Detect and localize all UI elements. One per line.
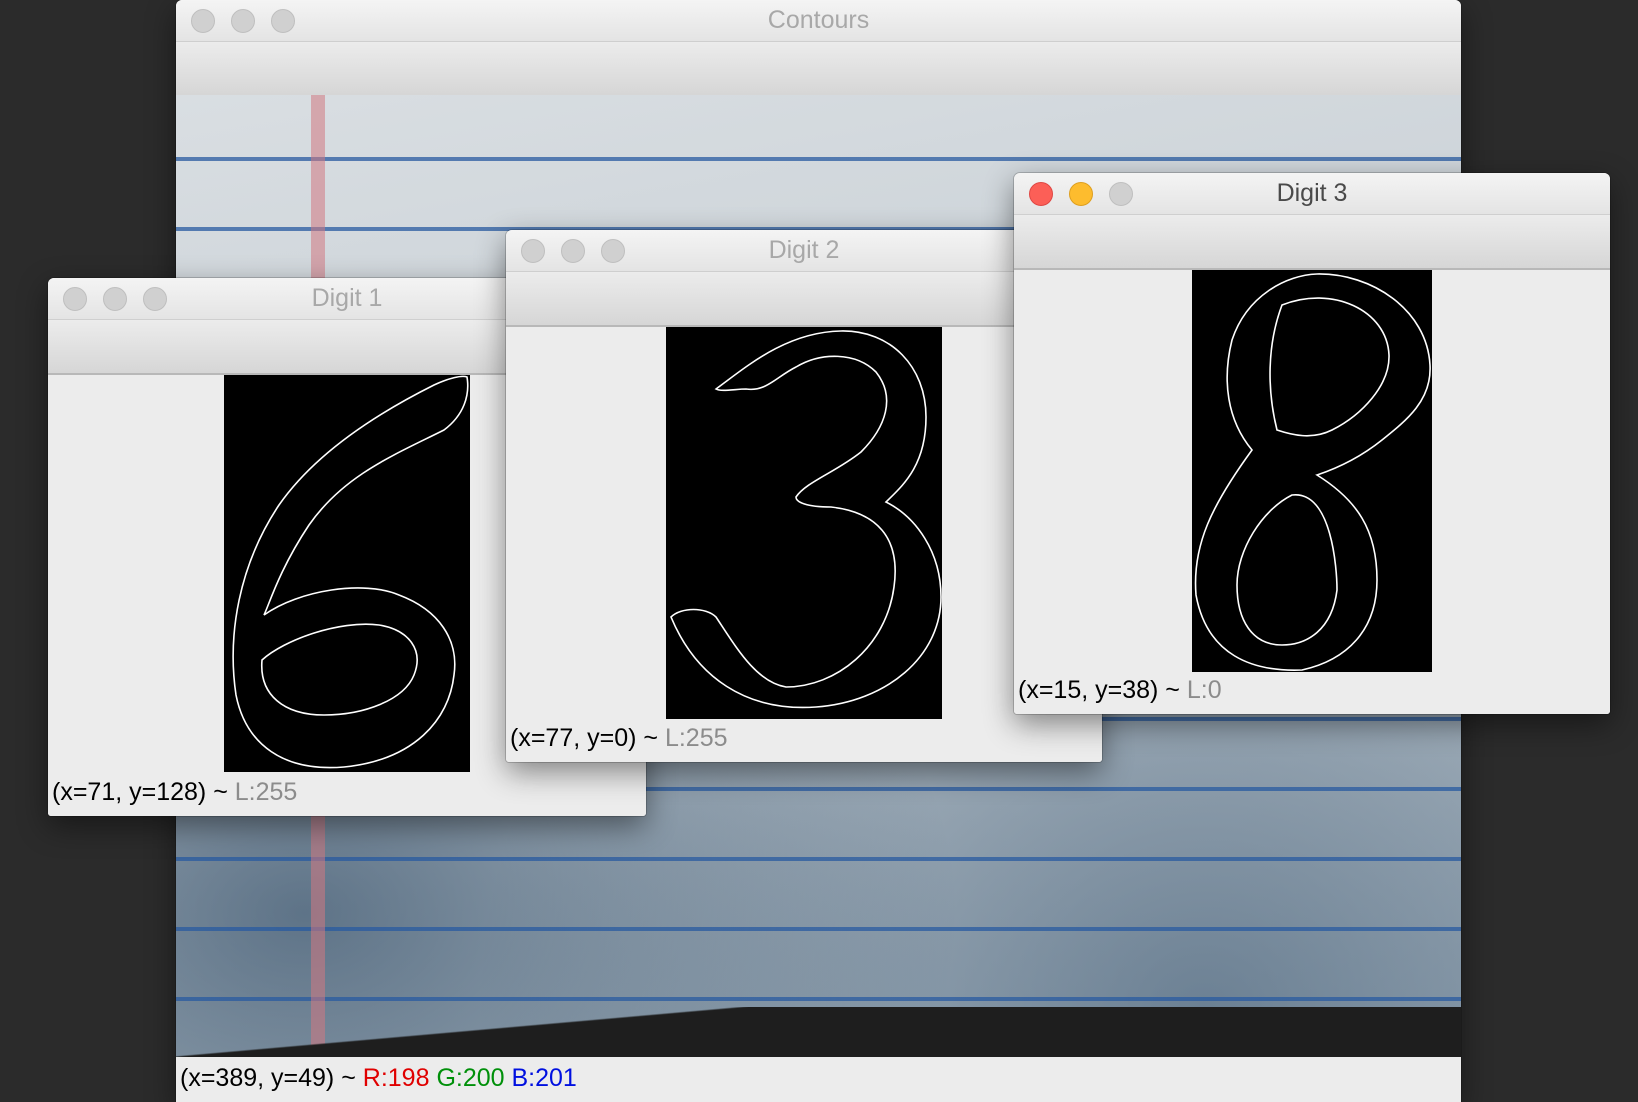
coords-text: (x=71, y=128) ~ <box>52 778 235 806</box>
contours-titlebar[interactable]: Contours <box>176 0 1461 42</box>
toolbar <box>176 42 1461 97</box>
digit3-image[interactable] <box>1192 270 1432 672</box>
pixel-readout: (x=15, y=38) ~ L:0 <box>1018 676 1222 705</box>
toolbar <box>1014 215 1610 270</box>
digit3-titlebar[interactable]: Digit 3 <box>1014 173 1610 215</box>
digit3-window[interactable]: Digit 3 (x=15, y=38) ~ L:0 <box>1014 173 1610 714</box>
toolbar <box>506 272 1102 327</box>
digit3-content: (x=15, y=38) ~ L:0 <box>1014 270 1610 714</box>
window-title: Digit 2 <box>768 236 840 264</box>
digit-six-contour <box>232 375 469 769</box>
window-title: Digit 3 <box>1276 179 1348 207</box>
image-dark-edge <box>176 1007 1461 1057</box>
digit-eight-contour <box>1194 273 1431 671</box>
digit1-image[interactable] <box>224 375 470 772</box>
coords-text: (x=77, y=0) ~ <box>510 724 665 752</box>
status-bar: (x=389, y=49) ~ R:198 G:200 B:201 <box>176 1057 1461 1102</box>
digit-three-contour <box>670 330 942 709</box>
digit2-titlebar[interactable]: Digit 2 <box>506 230 1102 272</box>
digit2-image[interactable] <box>666 327 942 719</box>
luminance-value: L:255 <box>234 778 298 806</box>
red-value: R:198 <box>362 1064 430 1092</box>
digit2-content: (x=77, y=0) ~ L:255 <box>506 327 1102 762</box>
coords-text: (x=389, y=49) ~ <box>180 1064 363 1092</box>
blue-value: B:201 <box>511 1064 577 1092</box>
luminance-value: L:0 <box>1186 676 1222 704</box>
pixel-readout: (x=77, y=0) ~ L:255 <box>510 724 728 753</box>
pixel-readout: (x=389, y=49) ~ R:198 G:200 B:201 <box>180 1064 577 1093</box>
luminance-value: L:255 <box>664 724 728 752</box>
green-value: G:200 <box>436 1064 505 1092</box>
window-title: Contours <box>767 6 870 34</box>
coords-text: (x=15, y=38) ~ <box>1018 676 1187 704</box>
pixel-readout: (x=71, y=128) ~ L:255 <box>52 778 297 807</box>
digit2-window[interactable]: Digit 2 (x=77, y=0) ~ L:255 <box>506 230 1102 762</box>
